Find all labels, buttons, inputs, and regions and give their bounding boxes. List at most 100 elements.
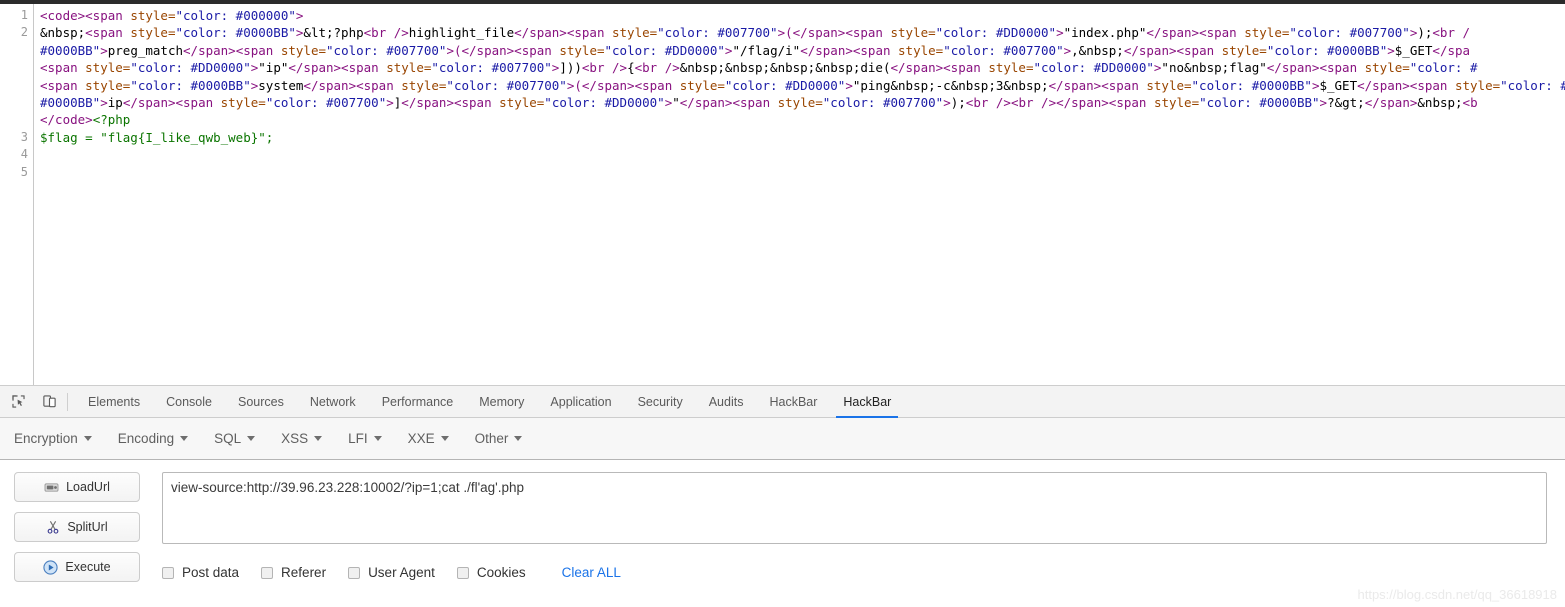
line-number: . (0, 42, 33, 59)
inspect-element-icon[interactable] (5, 391, 31, 413)
chevron-down-icon (514, 436, 523, 441)
checkbox[interactable] (456, 566, 469, 579)
code-token: ); (950, 94, 966, 110)
chevron-down-icon (247, 436, 256, 441)
code-token: &nbsp;&nbsp;&nbsp;&nbsp;die( (679, 60, 891, 76)
tab-label: Console (166, 394, 212, 409)
url-input[interactable] (162, 472, 1547, 544)
menu-encoding[interactable]: Encoding (117, 431, 189, 446)
tab-network[interactable]: Network (297, 386, 369, 418)
tab-hackbar[interactable]: HackBar (756, 386, 830, 418)
code-token: $flag = "flag{I_like_qwb_web}"; (40, 129, 274, 145)
code-token: "color: #DD0000" (604, 42, 725, 58)
code-token: style= (988, 60, 1034, 76)
tab-security[interactable]: Security (625, 386, 696, 418)
tab-label: Audits (708, 394, 744, 409)
code-token: style= (85, 77, 131, 93)
code-token: style= (890, 25, 936, 41)
code-token: </span><span (1146, 25, 1245, 41)
tab-application[interactable]: Application (537, 386, 624, 418)
checkbox[interactable] (162, 566, 174, 579)
code-token: </span><span (1357, 77, 1455, 93)
code-token: style= (777, 94, 823, 110)
load-url-icon (44, 481, 59, 494)
execute-button[interactable]: Execute (14, 552, 140, 582)
code-token: "color: #DD0000" (544, 94, 665, 110)
menu-sql[interactable]: SQL (214, 431, 256, 446)
tab-audits[interactable]: Audits (696, 386, 757, 418)
tab-label: Elements (88, 394, 141, 409)
code-token: "ip" (258, 60, 289, 76)
checkbox[interactable] (261, 566, 274, 579)
hackbar-options-row: Post data Referer User Agent Cookies Clear A… (162, 565, 1565, 580)
code-token: "no&nbsp;flag" (1161, 60, 1267, 76)
chevron-down-icon (83, 436, 92, 441)
menu-label: SQL (214, 431, 242, 446)
code-token: "color: #DD0000" (130, 60, 251, 76)
code-token: "/flag/i" (732, 42, 801, 58)
code-token: #0000BB" (40, 42, 101, 58)
menu-lfi[interactable]: LFI (348, 431, 382, 446)
code-line: &nbsp;<span style="color: #0000BB">&lt;?… (40, 24, 1565, 41)
menu-encryption[interactable]: Encryption (14, 431, 92, 446)
line-number: . (0, 111, 33, 128)
code-token: style= (1454, 77, 1501, 93)
option-cookies[interactable]: Cookies (456, 565, 526, 580)
code-token: "color: #000000" (175, 8, 296, 23)
code-token: <span (85, 25, 131, 41)
line-number: . (0, 94, 33, 111)
code-token: </span><span (1048, 77, 1147, 93)
menu-xxe[interactable]: XXE (408, 431, 449, 446)
tab-performance[interactable]: Performance (369, 386, 467, 418)
code-token: style= (679, 77, 725, 93)
code-token: "color: #DD0000" (724, 77, 846, 93)
code-token: "ping&nbsp;-c&nbsp;3&nbsp; (852, 77, 1049, 93)
tab-hackbar-active[interactable]: HackBar (830, 386, 904, 418)
code-token: <span (40, 77, 86, 93)
devtools-tab-bar: Elements Console Sources Network Performance… (0, 385, 1565, 418)
chevron-down-icon (314, 436, 323, 441)
hackbar-panel: Encryption Encoding SQL XSS LFI XXE Other Load… (0, 418, 1565, 607)
option-post-data[interactable]: Post data (162, 565, 239, 580)
code-token: ip (107, 94, 123, 110)
tab-memory[interactable]: Memory (466, 386, 537, 418)
option-label: Cookies (476, 565, 526, 580)
menu-label: Encoding (117, 431, 175, 446)
code-token: style= (280, 42, 327, 58)
tab-sources[interactable]: Sources (225, 386, 297, 418)
screenshot-root: 12.....345 <code><span style="color: #00… (0, 0, 1565, 607)
code-token: "color: #0000BB" (1199, 94, 1320, 110)
line-number: 5 (20, 164, 28, 179)
code-token: <?php (92, 112, 131, 128)
tab-console[interactable]: Console (153, 386, 225, 418)
load-url-label: LoadUrl (66, 480, 110, 494)
code-token: </span><span (679, 94, 778, 110)
menu-xss[interactable]: XSS (281, 431, 323, 446)
code-token: </spa (1432, 42, 1471, 58)
menu-other[interactable]: Other (475, 431, 523, 446)
load-url-button[interactable]: LoadUrl (14, 472, 140, 502)
code-token: <br /> (363, 25, 409, 41)
split-url-button[interactable]: SplitUrl (14, 512, 140, 542)
code-token: style= (1153, 94, 1200, 110)
code-token: "color: #0000BB" (175, 25, 296, 41)
code-token: > (1387, 42, 1395, 58)
code-token: style= (130, 25, 176, 41)
view-source-pane: 12.....345 <code><span style="color: #00… (0, 4, 1565, 385)
code-token: system (258, 77, 304, 93)
checkbox[interactable] (348, 566, 361, 579)
chevron-down-icon (180, 436, 189, 441)
code-token: highlight_file (408, 25, 515, 41)
device-toolbar-icon[interactable] (36, 391, 62, 413)
code-token: "color: #DD0000" (935, 25, 1057, 41)
play-icon (43, 559, 59, 575)
clear-all-link[interactable]: Clear ALL (562, 565, 621, 580)
line-number: 3 (20, 129, 28, 144)
menu-label: XXE (407, 431, 435, 446)
tab-elements[interactable]: Elements (75, 386, 153, 418)
tab-label: Security (637, 394, 683, 409)
code-token: <span (40, 60, 86, 76)
option-referer[interactable]: Referer (261, 565, 326, 580)
option-user-agent[interactable]: User Agent (348, 565, 435, 580)
code-line: $flag = "flag{I_like_qwb_web}"; (40, 129, 1565, 146)
